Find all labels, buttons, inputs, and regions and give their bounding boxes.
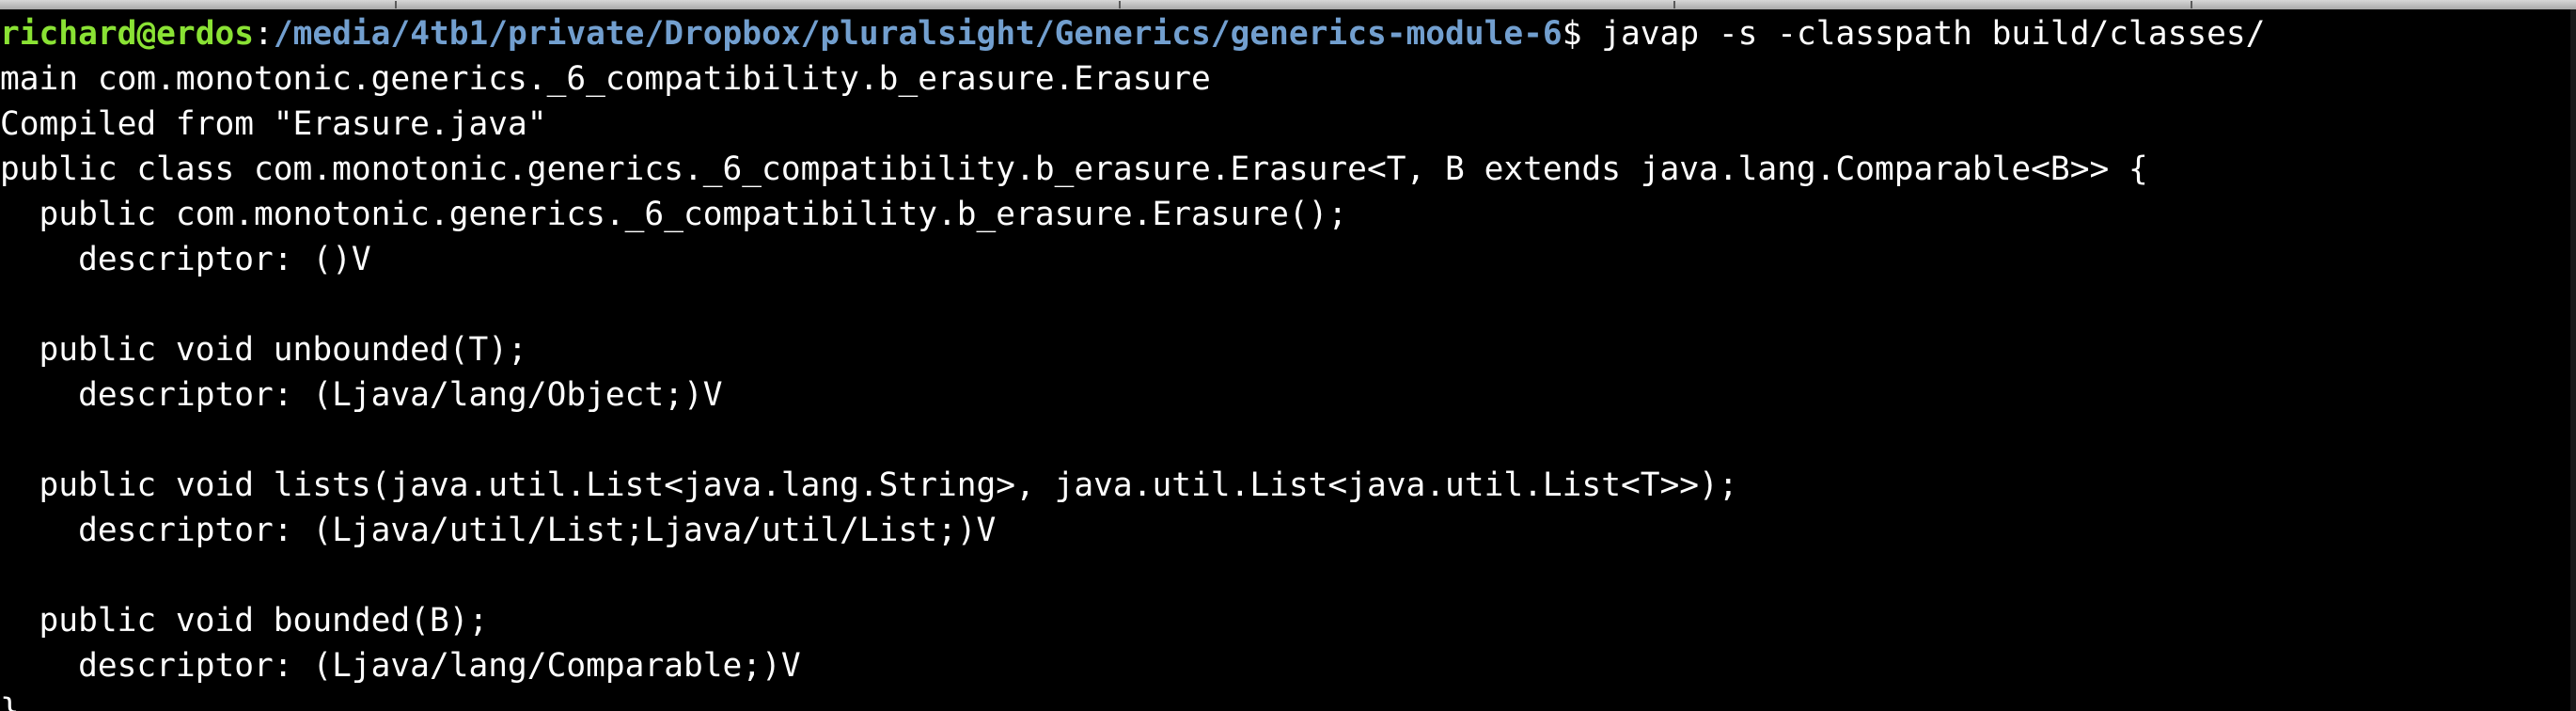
prompt-line: richard@erdos:/media/4tb1/private/Dropbo… — [0, 11, 2570, 56]
top-bar-divider — [2191, 1, 2192, 8]
output-line: descriptor: (Ljava/util/List;Ljava/util/… — [0, 512, 997, 549]
output-line: descriptor: ()V — [0, 241, 371, 278]
prompt-symbol: $ — [1562, 15, 1582, 53]
output-line: Compiled from "Erasure.java" — [0, 105, 547, 143]
prompt-user-host: richard@erdos — [0, 15, 255, 53]
prompt-command: javap -s -classpath build/classes/ — [1581, 15, 2266, 53]
output-line: public void bounded(B); — [0, 602, 489, 640]
output-line: } — [0, 692, 20, 711]
output-line: public com.monotonic.generics._6_compati… — [0, 196, 1348, 233]
terminal-window[interactable]: richard@erdos:/media/4tb1/private/Dropbo… — [0, 0, 2576, 711]
terminal-output: richard@erdos:/media/4tb1/private/Dropbo… — [0, 11, 2570, 711]
output-line: main com.monotonic.generics._6_compatibi… — [0, 60, 1211, 98]
output-line: public class com.monotonic.generics._6_c… — [0, 150, 2148, 188]
output-line: descriptor: (Ljava/lang/Comparable;)V — [0, 647, 801, 685]
output-line: public void unbounded(T); — [0, 331, 527, 369]
output-line: public void lists(java.util.List<java.la… — [0, 466, 1738, 504]
window-top-bar — [0, 0, 2576, 9]
top-bar-divider — [395, 1, 397, 8]
top-bar-divider — [1119, 1, 1121, 8]
top-bar-divider — [1673, 1, 1675, 8]
prompt-path: /media/4tb1/private/Dropbox/pluralsight/… — [273, 15, 1563, 53]
prompt-separator: : — [254, 15, 274, 53]
output-line: descriptor: (Ljava/lang/Object;)V — [0, 376, 723, 414]
terminal-scrollbar[interactable] — [2570, 9, 2576, 711]
